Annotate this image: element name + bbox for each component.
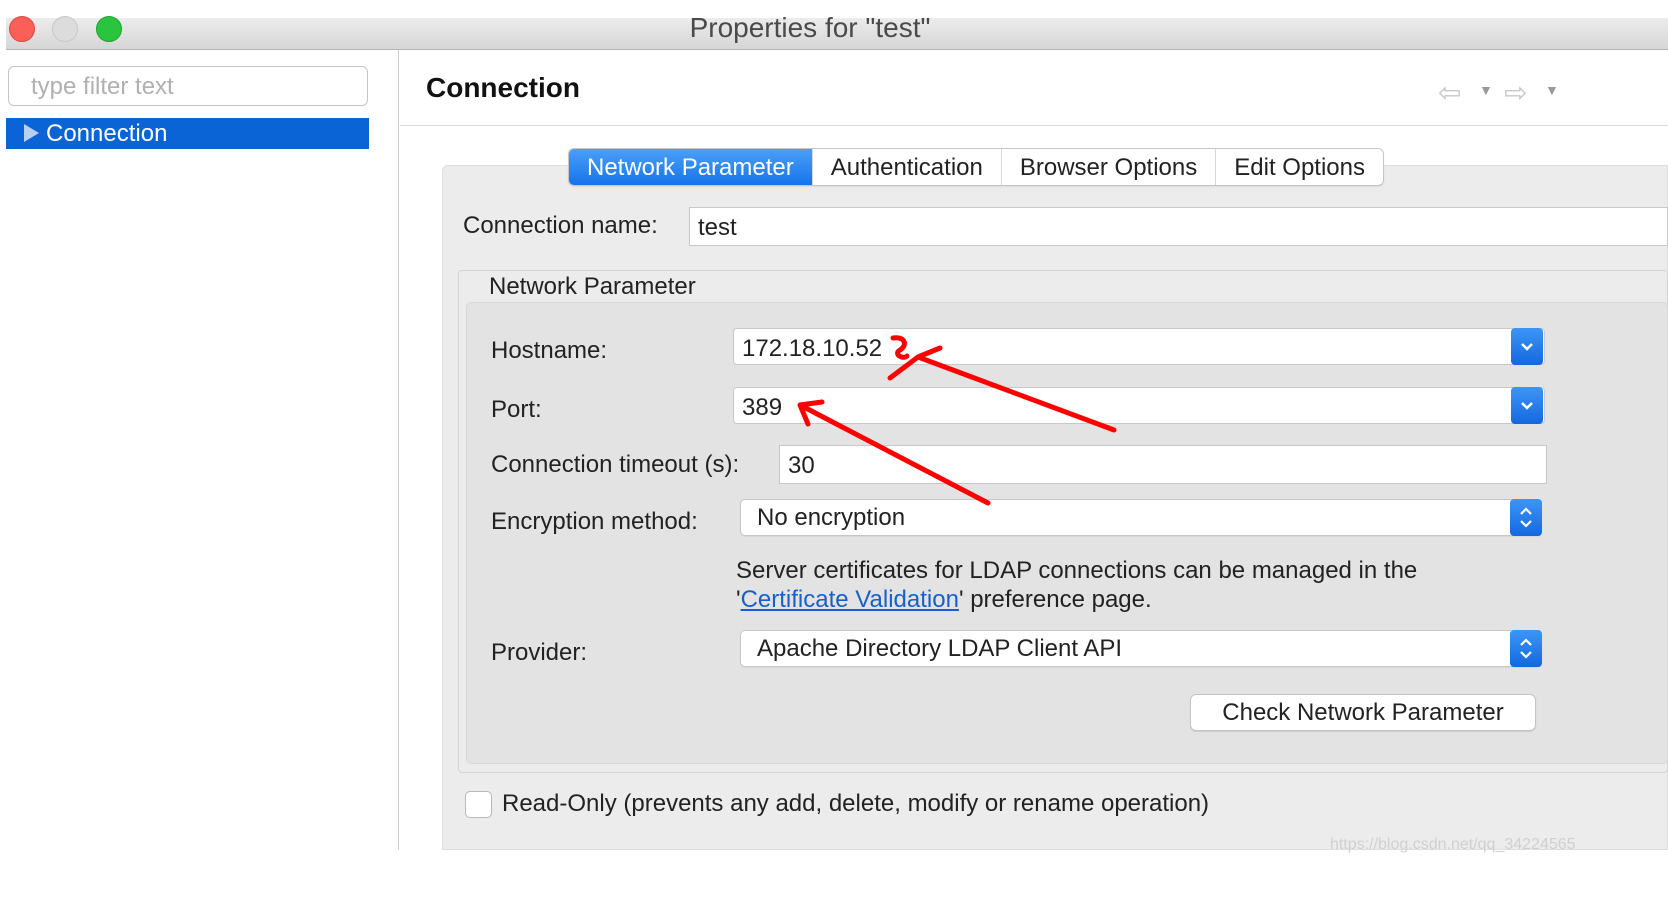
watermark: https://blog.csdn.net/qq_34224565 (1330, 836, 1576, 853)
annotation-arrow-port (797, 399, 991, 506)
annotation-arrows (797, 335, 1117, 506)
annotation-arrow-hostname (887, 335, 1117, 433)
